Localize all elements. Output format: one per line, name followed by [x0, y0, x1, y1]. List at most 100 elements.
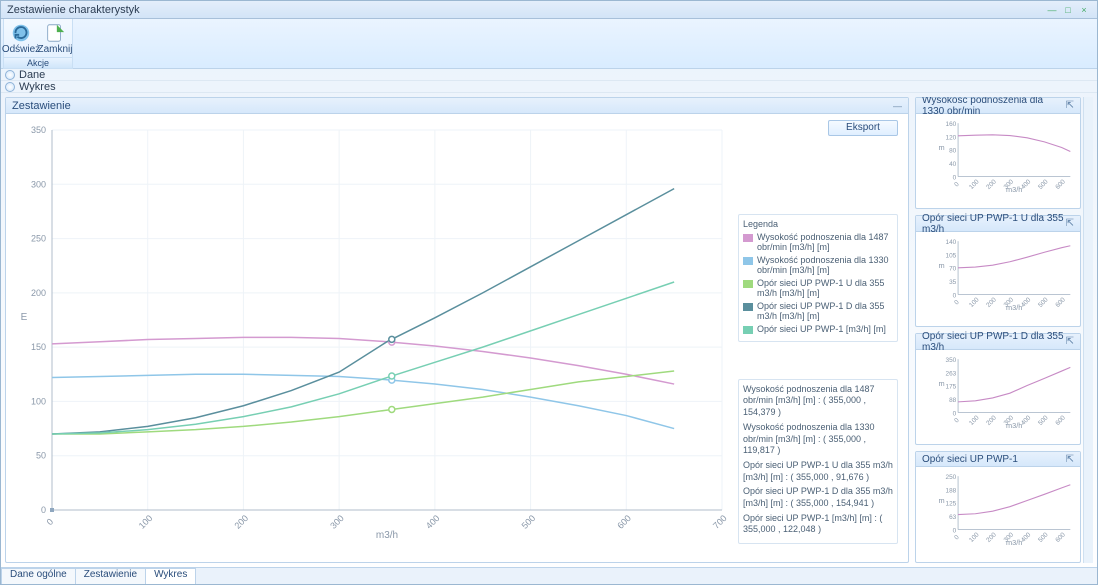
close-button[interactable]: Zamknij [38, 20, 72, 57]
svg-text:600: 600 [1054, 296, 1067, 309]
ribbon-group-label: Akcje [4, 57, 72, 68]
svg-text:m3/h: m3/h [1006, 421, 1022, 430]
legend-swatch [743, 303, 753, 311]
section-dane-header[interactable]: Dane [1, 69, 1097, 81]
svg-text:160: 160 [945, 121, 956, 128]
expand-icon[interactable]: ⇱ [1066, 454, 1074, 465]
svg-text:125: 125 [945, 501, 956, 508]
svg-text:188: 188 [945, 488, 956, 495]
ribbon: Odśwież Zamknij Akcje [1, 19, 1097, 69]
chevron-icon [5, 82, 15, 92]
expand-icon[interactable]: ⇱ [1066, 336, 1074, 347]
svg-text:500: 500 [520, 513, 538, 531]
main-chart: 0501001502002503003500100200300400500600… [12, 120, 732, 540]
svg-text:35: 35 [949, 279, 957, 286]
tooltip-row: Wysokość podnoszenia dla 1330 obr/min [m… [743, 422, 893, 457]
refresh-icon [10, 22, 32, 44]
svg-text:88: 88 [949, 397, 957, 404]
refresh-button[interactable]: Odśwież [4, 20, 38, 57]
window-title: Zestawienie charakterystyk [7, 4, 140, 16]
svg-text:m: m [938, 379, 944, 388]
chevron-icon [5, 70, 15, 80]
svg-text:500: 500 [1037, 414, 1050, 427]
side-chart-area[interactable]: 0631251882500100200300400500600mm3/h [916, 467, 1080, 562]
tooltip-row: Opór sieci UP PWP-1 [m3/h] [m] : ( 355,0… [743, 513, 893, 536]
tooltip-row: Opór sieci UP PWP-1 U dla 355 m3/h [m3/h… [743, 460, 893, 483]
legend-swatch [743, 326, 753, 334]
svg-text:350: 350 [31, 125, 46, 135]
mini-chart: 040801201600100200300400500600mm3/h [936, 118, 1074, 195]
svg-text:m: m [938, 143, 944, 152]
side-chart-area[interactable]: 040801201600100200300400500600mm3/h [916, 114, 1080, 209]
expand-icon[interactable]: ⇱ [1066, 218, 1074, 229]
side-chart-area[interactable]: 035701051400100200300400500600mm3/h [916, 232, 1080, 327]
right-pane: Wysokość podnoszenia dla 1330 obr/min⇱ 0 4… [915, 97, 1093, 563]
section-wykres-header[interactable]: Wykres [1, 81, 1097, 93]
mini-chart: 035701051400100200300400500600mm3/h [936, 236, 1074, 313]
minimize-button[interactable]: — [1045, 4, 1059, 16]
svg-text:500: 500 [1037, 532, 1050, 545]
close-label: Zamknij [38, 44, 73, 55]
main-chart-area[interactable]: Eksport 05010015020025030035001002003004… [6, 114, 908, 562]
legend-label: Opór sieci UP PWP-1 D dla 355 m3/h [m3/h… [757, 301, 893, 321]
svg-text:263: 263 [945, 370, 956, 377]
svg-text:0: 0 [953, 410, 957, 417]
maximize-button[interactable]: □ [1061, 4, 1075, 16]
svg-text:200: 200 [985, 532, 998, 545]
svg-text:100: 100 [31, 396, 46, 406]
svg-text:0: 0 [41, 505, 46, 515]
svg-text:175: 175 [945, 384, 956, 391]
svg-text:250: 250 [945, 474, 956, 481]
svg-text:200: 200 [985, 296, 998, 309]
svg-text:250: 250 [31, 234, 46, 244]
close-icon [44, 22, 66, 44]
side-panel-title: Opór sieci UP PWP-1 [922, 454, 1018, 465]
mini-chart: 0631251882500100200300400500600mm3/h [936, 471, 1074, 548]
left-pane: Zestawienie — Eksport 050100150200250300… [5, 97, 909, 563]
svg-text:500: 500 [1037, 296, 1050, 309]
collapse-icon[interactable]: — [893, 101, 902, 111]
side-panel-head: Wysokość podnoszenia dla 1330 obr/min⇱ [916, 98, 1080, 114]
content-area: Zestawienie — Eksport 050100150200250300… [1, 93, 1097, 567]
svg-text:0: 0 [953, 299, 961, 307]
side-chart-panel: Opór sieci UP PWP-1 U dla 355 m3/h⇱03570… [915, 215, 1081, 327]
export-button[interactable]: Eksport [828, 120, 898, 136]
side-panel-head: Opór sieci UP PWP-1 U dla 355 m3/h⇱ [916, 216, 1080, 232]
svg-text:0: 0 [953, 181, 961, 189]
scrollbar[interactable] [1083, 97, 1093, 563]
tooltip-row: Wysokość podnoszenia dla 1487 obr/min [m… [743, 384, 893, 419]
crosshair-tooltip: Wysokość podnoszenia dla 1487 obr/min [m… [738, 379, 898, 544]
close-window-button[interactable]: × [1077, 4, 1091, 16]
legend-swatch [743, 234, 753, 242]
svg-text:m3/h: m3/h [1006, 303, 1022, 312]
main-chart-panel: Zestawienie — Eksport 050100150200250300… [5, 97, 909, 563]
svg-text:E: E [21, 312, 28, 323]
legend-item: Opór sieci UP PWP-1 U dla 355 m3/h [m3/h… [743, 278, 893, 298]
svg-text:m3/h: m3/h [376, 530, 398, 540]
svg-text:600: 600 [1054, 178, 1067, 191]
section-dane-label: Dane [19, 69, 45, 81]
legend-title: Legenda [743, 219, 893, 229]
legend-label: Wysokość podnoszenia dla 1487 obr/min [m… [757, 232, 893, 252]
svg-text:40: 40 [949, 161, 957, 168]
legend-item: Wysokość podnoszenia dla 1487 obr/min [m… [743, 232, 893, 252]
tab[interactable]: Wykres [145, 568, 196, 584]
svg-text:600: 600 [1054, 414, 1067, 427]
mini-chart: 0881752633500100200300400500600mm3/h [936, 354, 1074, 431]
side-chart-panel: Opór sieci UP PWP-1⇱06312518825001002003… [915, 451, 1081, 563]
svg-text:63: 63 [949, 514, 957, 521]
app-window: Zestawienie charakterystyk — □ × Odśwież… [0, 0, 1098, 585]
legend-swatch [743, 257, 753, 265]
svg-text:0: 0 [45, 517, 56, 528]
expand-icon[interactable]: ⇱ [1066, 100, 1074, 111]
svg-text:200: 200 [985, 414, 998, 427]
svg-text:150: 150 [31, 342, 46, 352]
svg-text:200: 200 [232, 513, 250, 531]
tab[interactable]: Dane ogólne [1, 568, 76, 584]
svg-text:0: 0 [953, 292, 957, 299]
side-chart-area[interactable]: 0881752633500100200300400500600mm3/h [916, 350, 1080, 445]
legend-item: Wysokość podnoszenia dla 1330 obr/min [m… [743, 255, 893, 275]
tab[interactable]: Zestawienie [75, 568, 146, 584]
side-chart-panel: Wysokość podnoszenia dla 1330 obr/min⇱ 0 4… [915, 97, 1081, 209]
svg-text:0: 0 [953, 534, 961, 542]
